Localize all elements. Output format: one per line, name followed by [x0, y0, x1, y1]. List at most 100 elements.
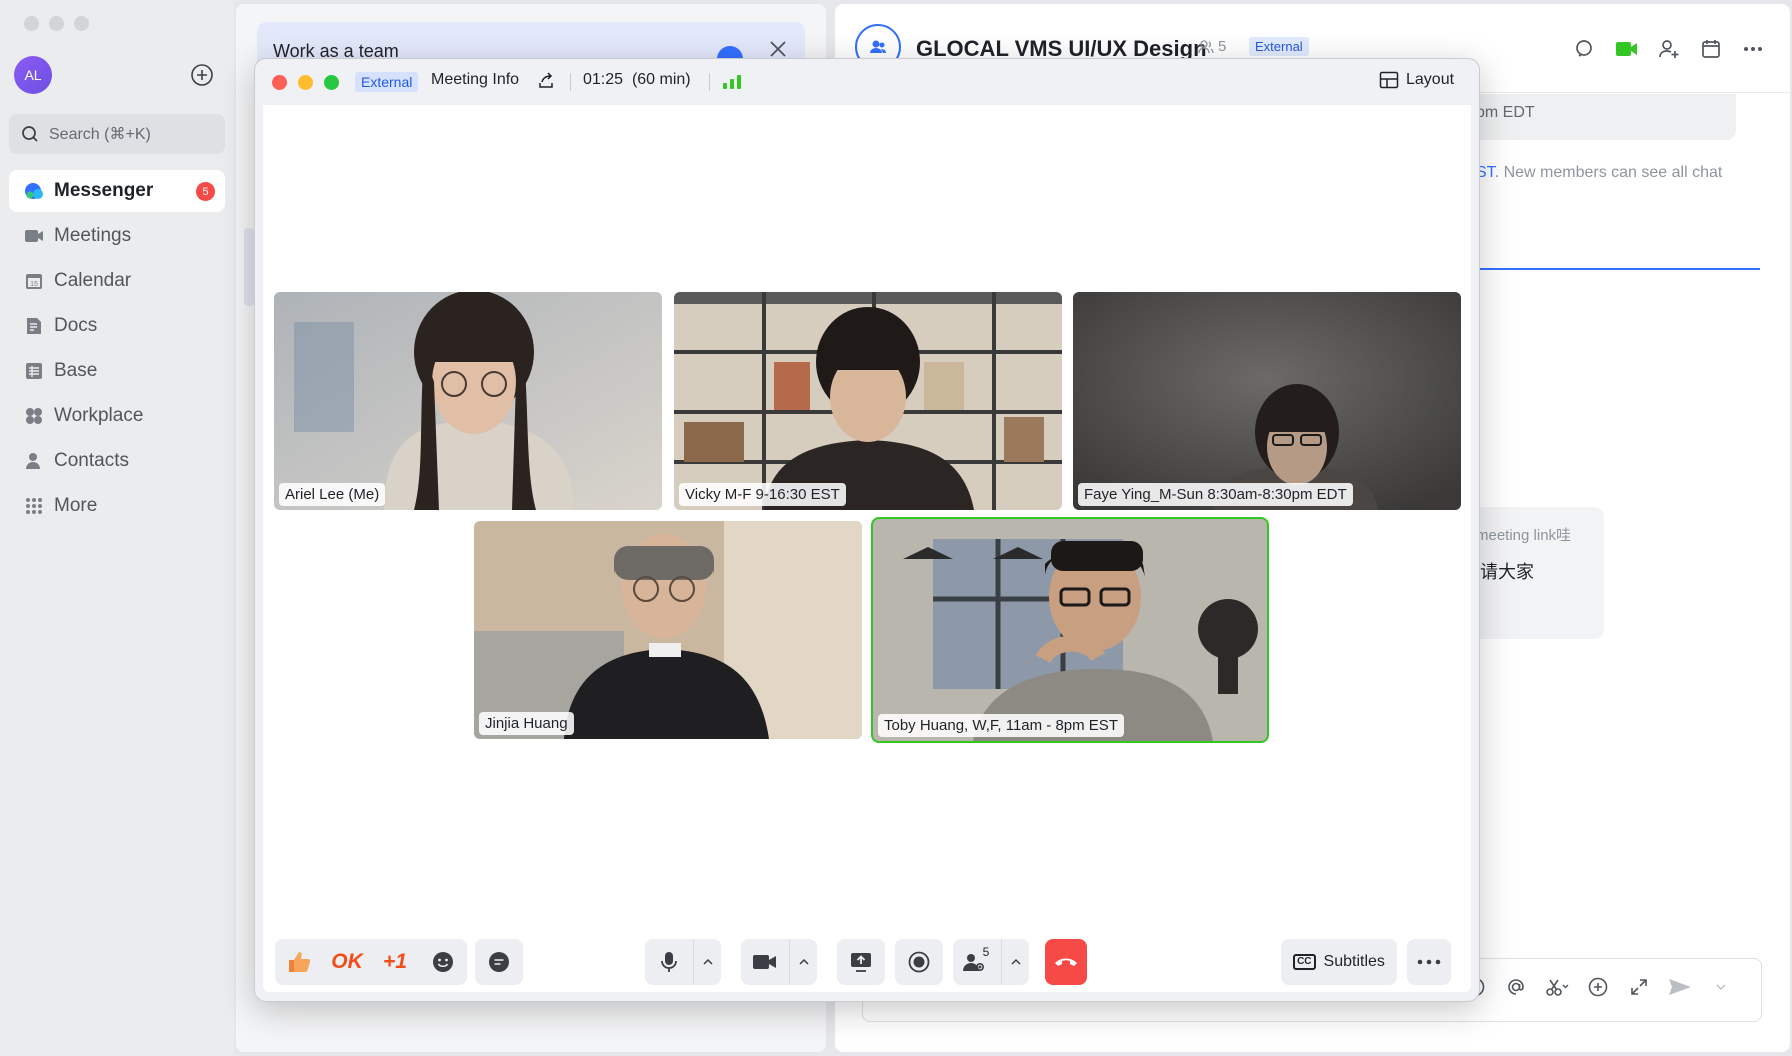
send-options-chevron-icon[interactable]: [1708, 974, 1734, 1000]
sidebar-item-label: Calendar: [54, 270, 132, 291]
microphone-icon[interactable]: [645, 939, 693, 985]
video-tile[interactable]: Ariel Lee (Me): [274, 292, 662, 510]
add-icon[interactable]: [190, 63, 214, 87]
meeting-zoom-button[interactable]: [324, 75, 339, 90]
sidebar-item-label: Contacts: [54, 450, 129, 471]
meeting-timer: 01:25 (60 min): [583, 71, 691, 89]
closed-captions-icon: CC: [1293, 954, 1316, 970]
sidebar-nav: Messenger 5 Meetings 15 Calendar Docs Ba…: [9, 170, 225, 530]
sidebar-item-label: Base: [54, 360, 98, 381]
sidebar-item-contacts[interactable]: Contacts: [9, 440, 225, 482]
search-placeholder: Search (⌘+K): [49, 126, 151, 143]
end-call-button[interactable]: [1045, 939, 1087, 985]
plus-one-reaction-button[interactable]: +1: [371, 939, 419, 985]
participants-options-chevron-icon[interactable]: [1001, 939, 1029, 985]
mention-icon[interactable]: [1503, 974, 1529, 1000]
system-message-text: pm EDT: [1476, 104, 1535, 121]
search-chat-icon[interactable]: [1572, 36, 1598, 62]
participant-name: Jinjia Huang: [479, 712, 574, 735]
emoji-reaction-icon[interactable]: [419, 939, 467, 985]
more-horizontal-icon: [1417, 959, 1441, 965]
input-toolbar: [1462, 974, 1734, 1000]
camera-control: [741, 939, 817, 985]
camera-icon[interactable]: [741, 939, 789, 985]
meeting-info-button[interactable]: Meeting Info: [431, 71, 519, 89]
sidebar-item-base[interactable]: Base: [9, 350, 225, 392]
sidebar-item-docs[interactable]: Docs: [9, 305, 225, 347]
meeting-chat-icon[interactable]: [475, 939, 523, 985]
video-tile[interactable]: Faye Ying_M-Sun 8:30am-8:30pm EDT: [1073, 292, 1461, 510]
close-icon[interactable]: [767, 38, 789, 60]
meeting-window: External Meeting Info 01:25 (60 min) Lay…: [254, 58, 1480, 1002]
messenger-icon: [23, 180, 45, 202]
scissors-icon[interactable]: [1544, 974, 1570, 1000]
video-tile[interactable]: Vicky M-F 9-16:30 EST: [674, 292, 1062, 510]
elapsed-time: 01:25: [583, 71, 624, 88]
docs-icon: [23, 315, 45, 337]
layout-button[interactable]: Layout: [1379, 71, 1454, 89]
share-screen-control: [837, 939, 885, 985]
member-count[interactable]: 5: [1198, 38, 1226, 55]
ok-reaction-button[interactable]: OK: [323, 939, 371, 985]
participant-name: Toby Huang, W,F, 11am - 8pm EST: [878, 714, 1124, 737]
message-reply-quote: meeting link哇: [1476, 527, 1572, 544]
close-window-button[interactable]: [24, 16, 39, 31]
participant-video: [474, 521, 862, 739]
network-signal-icon[interactable]: [723, 74, 741, 89]
meeting-minimize-button[interactable]: [298, 75, 313, 90]
title-separator: [570, 73, 571, 91]
video-tile-active-speaker[interactable]: Toby Huang, W,F, 11am - 8pm EST: [871, 517, 1269, 743]
sidebar-item-workplace[interactable]: Workplace: [9, 395, 225, 437]
sidebar-item-meetings[interactable]: Meetings: [9, 215, 225, 257]
video-call-icon[interactable]: [1614, 36, 1640, 62]
layout-label: Layout: [1406, 71, 1455, 88]
calendar-icon: 15: [23, 270, 45, 292]
user-avatar[interactable]: AL: [14, 56, 52, 94]
message-text: 请大家: [1480, 562, 1534, 582]
more-options-button[interactable]: [1407, 939, 1451, 985]
participant-video: [1073, 292, 1461, 510]
workplace-grid-icon: [23, 405, 45, 427]
sidebar-item-more[interactable]: More: [9, 485, 225, 527]
participant-name: Vicky M-F 9-16:30 EST: [679, 483, 846, 506]
history-notice: ST. New members can see all chat: [1476, 164, 1722, 182]
add-member-icon[interactable]: [1656, 36, 1682, 62]
meeting-close-button[interactable]: [272, 75, 287, 90]
participant-name: Ariel Lee (Me): [279, 483, 386, 506]
expand-icon[interactable]: [1626, 974, 1652, 1000]
camera-options-chevron-icon[interactable]: [789, 939, 817, 985]
chat-list-item-edge: [244, 228, 254, 306]
reactions-toolbar: OK +1: [275, 939, 467, 985]
mic-options-chevron-icon[interactable]: [693, 939, 721, 985]
record-icon[interactable]: [895, 939, 943, 985]
search-icon: [22, 126, 38, 142]
meeting-window-controls: [272, 75, 339, 90]
minimize-window-button[interactable]: [49, 16, 64, 31]
plus-circle-icon[interactable]: [1585, 974, 1611, 1000]
thumbs-up-reaction-icon[interactable]: [275, 939, 323, 985]
subtitles-button[interactable]: CC Subtitles: [1281, 939, 1397, 985]
sidebar-item-messenger[interactable]: Messenger 5: [9, 170, 225, 212]
send-icon[interactable]: [1667, 974, 1693, 1000]
share-screen-icon[interactable]: [837, 939, 885, 985]
video-tile[interactable]: Jinjia Huang: [474, 521, 862, 739]
share-icon[interactable]: [537, 72, 555, 90]
calendar-event-icon[interactable]: [1698, 36, 1724, 62]
svg-text:15: 15: [30, 281, 38, 288]
video-camera-icon: [23, 225, 45, 247]
base-table-icon: [23, 360, 45, 382]
participant-name: Faye Ying_M-Sun 8:30am-8:30pm EDT: [1078, 483, 1353, 506]
hang-up-icon: [1055, 958, 1077, 966]
participant-video: [274, 292, 662, 510]
layout-grid-icon: [1379, 71, 1399, 89]
subtitles-label: Subtitles: [1323, 953, 1385, 970]
participants-icon[interactable]: 5: [953, 939, 1001, 985]
search-input[interactable]: Search (⌘+K): [9, 114, 225, 154]
title-separator: [709, 73, 710, 91]
more-horizontal-icon[interactable]: [1740, 36, 1766, 62]
contacts-icon: [23, 450, 45, 472]
sidebar-item-calendar[interactable]: 15 Calendar: [9, 260, 225, 302]
sidebar-item-label: Meetings: [54, 225, 132, 246]
zoom-window-button[interactable]: [74, 16, 89, 31]
meeting-title-bar: External Meeting Info 01:25 (60 min) Lay…: [255, 59, 1479, 105]
